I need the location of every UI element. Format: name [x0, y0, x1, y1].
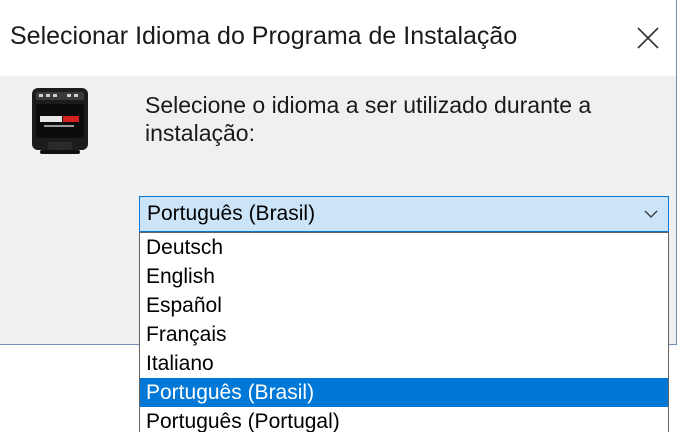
language-select[interactable]: Português (Brasil) [139, 196, 669, 232]
language-option-espanol[interactable]: Español [140, 291, 668, 320]
setup-app-icon [30, 86, 90, 156]
screen: Selecionar Idioma do Programa de Instala… [0, 0, 678, 432]
language-option-portugues-brasil[interactable]: Português (Brasil) [140, 378, 668, 407]
language-option-francais[interactable]: Français [140, 320, 668, 349]
language-option-english[interactable]: English [140, 262, 668, 291]
language-dropdown-list: Deutsch English Español Français Italian… [139, 232, 669, 432]
instruction-text: Selecione o idioma a ser utilizado duran… [145, 92, 592, 146]
close-icon [637, 27, 659, 49]
title-bar[interactable]: Selecionar Idioma do Programa de Instala… [0, 0, 676, 76]
close-button[interactable] [628, 18, 668, 58]
selected-language: Português (Brasil) [147, 202, 316, 225]
chevron-down-icon [644, 210, 658, 218]
language-option-italiano[interactable]: Italiano [140, 349, 668, 378]
language-option-deutsch[interactable]: Deutsch [140, 233, 668, 262]
window-title: Selecionar Idioma do Programa de Instala… [10, 22, 518, 50]
language-option-portugues-portugal[interactable]: Português (Portugal) [140, 407, 668, 432]
